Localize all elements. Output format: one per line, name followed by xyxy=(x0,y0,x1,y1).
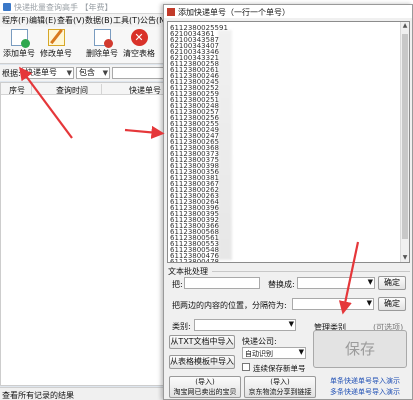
import-taobao-bottom: 淘宝网已卖出的宝贝 xyxy=(173,388,237,396)
single-import-demo-link[interactable]: 单条快递单号导入演示 xyxy=(330,376,400,386)
split-label: 把两边的内容的位置，分隔符为: xyxy=(172,301,287,310)
separator-select[interactable]: ▼ xyxy=(292,298,374,310)
results-table[interactable]: 序号 查询时间 快递单号 xyxy=(0,82,165,386)
menu-edit[interactable]: 编辑(E) xyxy=(29,15,56,26)
col-query-time[interactable]: 查询时间 xyxy=(56,85,88,96)
toolbar: 添加单号 修改单号 删除单号 ✕ 清空表格 xyxy=(0,27,165,64)
menu-data[interactable]: 数据(B) xyxy=(85,15,113,26)
split-confirm-button[interactable]: 确定 xyxy=(378,297,406,311)
add-tracking-icon xyxy=(10,29,30,48)
menu-tools[interactable]: 工具(T) xyxy=(113,15,140,26)
replace-from-input[interactable] xyxy=(184,277,260,289)
filter-mode-value: 包含 xyxy=(79,68,95,77)
import-excel-button[interactable]: 从表格模板中导入 xyxy=(169,355,235,369)
redaction-blur xyxy=(218,30,232,260)
continuous-save-label: 连续保存新单号 xyxy=(253,364,306,373)
dialog-icon xyxy=(167,8,175,16)
import-txt-button[interactable]: 从TXT文档中导入 xyxy=(169,335,235,349)
clear-table-icon: ✕ xyxy=(130,29,148,46)
delete-tracking-icon xyxy=(93,29,113,48)
import-jd-bottom: 京东物流分享到链接 xyxy=(248,388,312,396)
app-icon xyxy=(3,3,11,11)
import-taobao-button[interactable]: (导入) 淘宝网已卖出的宝贝 xyxy=(169,376,241,398)
chevron-down-icon: ▼ xyxy=(366,299,372,307)
col-tracking-no[interactable]: 快递单号 xyxy=(129,85,161,96)
courier-label: 快递公司: xyxy=(242,337,277,346)
col-index[interactable]: 序号 xyxy=(9,85,25,96)
edit-tracking-button[interactable]: 修改单号 xyxy=(38,29,74,62)
status-bar: 查看所有记录的结果 xyxy=(0,387,165,400)
clear-table-label: 清空表格 xyxy=(123,49,155,58)
main-window-title: 快递批量查询高手 【年费】 xyxy=(14,3,113,12)
scroll-down-icon[interactable]: ▼ xyxy=(401,254,409,262)
menu-view[interactable]: 查看(V) xyxy=(57,15,85,26)
menu-bar: 程序(F) 编辑(E) 查看(V) 数据(B) 工具(T) 公告(N) xyxy=(0,14,168,27)
status-text: 查看所有记录的结果 xyxy=(2,391,74,400)
courier-select[interactable]: 自动识别 ▼ xyxy=(242,347,306,359)
menu-program[interactable]: 程序(F) xyxy=(2,15,29,26)
category-select[interactable]: ▼ xyxy=(194,319,296,331)
category-label: 类别: xyxy=(172,322,191,331)
dialog-titlebar: 添加快递单号（一行一个单号） xyxy=(164,5,412,18)
chevron-down-icon: ▼ xyxy=(367,278,373,286)
column-divider xyxy=(31,84,32,94)
edit-tracking-label: 修改单号 xyxy=(40,49,72,58)
import-taobao-top: (导入) xyxy=(195,378,215,386)
delete-tracking-label: 删除单号 xyxy=(86,49,118,58)
filter-label: 根据: xyxy=(2,69,21,78)
continuous-save-checkbox[interactable] xyxy=(242,363,250,371)
filter-mode-select[interactable]: 包含 ▼ xyxy=(76,67,110,79)
dialog-title: 添加快递单号（一行一个单号） xyxy=(178,8,290,17)
replace-confirm-button[interactable]: 确定 xyxy=(378,276,406,290)
filter-field-select[interactable]: 快递单号 ▼ xyxy=(22,67,74,79)
multi-import-demo-link[interactable]: 多条快递单号导入演示 xyxy=(330,387,400,397)
tracking-numbers-textarea[interactable]: ▲ ▼ 6112380025591 6210034361 62100343587 62… xyxy=(167,21,410,263)
replace-with-select[interactable]: ▼ xyxy=(297,277,375,289)
table-header: 序号 查询时间 快递单号 xyxy=(1,83,164,95)
scroll-up-icon[interactable]: ▲ xyxy=(401,22,409,30)
delete-tracking-button[interactable]: 删除单号 xyxy=(84,29,120,62)
scroll-thumb[interactable] xyxy=(402,34,408,239)
edit-tracking-icon xyxy=(47,29,65,46)
add-tracking-button[interactable]: 添加单号 xyxy=(1,29,37,62)
import-jd-button[interactable]: (导入) 京东物流分享到链接 xyxy=(244,376,316,398)
tracking-number-line: 61123800478 xyxy=(170,258,219,263)
textarea-scrollbar[interactable]: ▲ ▼ xyxy=(400,22,409,262)
section-divider xyxy=(212,271,410,272)
chevron-down-icon: ▼ xyxy=(102,69,108,77)
chevron-down-icon: ▼ xyxy=(66,69,72,77)
save-button[interactable]: 保存 xyxy=(313,330,407,368)
clear-table-button[interactable]: ✕ 清空表格 xyxy=(121,29,157,62)
import-jd-top: (导入) xyxy=(270,378,290,386)
chevron-down-icon: ▼ xyxy=(298,348,304,356)
courier-value: 自动识别 xyxy=(245,350,273,358)
chevron-down-icon: ▼ xyxy=(288,320,294,328)
filter-field-value: 快递单号 xyxy=(25,68,57,77)
text-processing-heading: 文本批处理 xyxy=(168,267,208,276)
filter-value-input[interactable] xyxy=(112,67,165,79)
column-divider xyxy=(101,84,102,94)
replace-with-label: 替换成: xyxy=(268,280,295,289)
filter-bar: 根据: 快递单号 ▼ 包含 ▼ xyxy=(0,65,165,81)
replace-label: 把: xyxy=(172,280,183,289)
add-tracking-label: 添加单号 xyxy=(3,49,35,58)
